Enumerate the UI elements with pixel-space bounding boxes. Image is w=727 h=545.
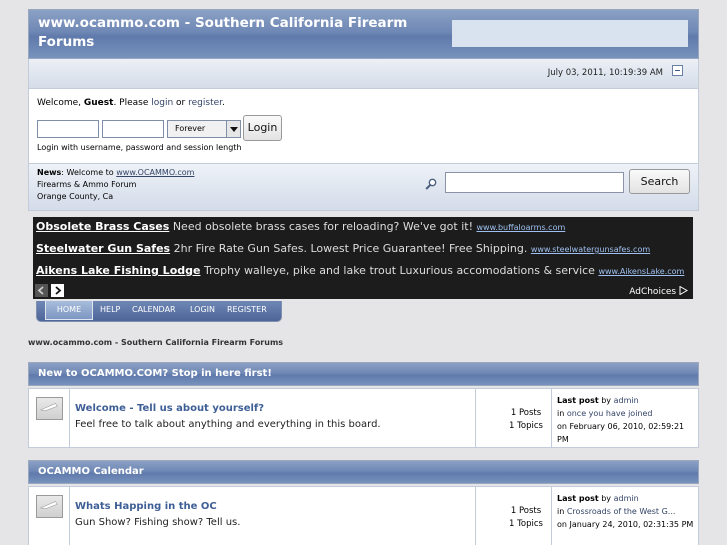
board-row: Whats Happing in the OC Gun Show? Fishin… [28,486,699,545]
ad-prev-icon[interactable] [35,284,48,297]
menu-login[interactable]: LOGIN [190,301,215,320]
news-bar: News: Welcome to www.OCAMMO.com Firearms… [28,164,699,211]
board-info-cell [70,389,476,447]
board-stats: 1 Posts 1 Topics [509,506,543,529]
forum-header: www.ocammo.com - Southern California Fir… [28,9,699,59]
board-status-icon [36,495,63,518]
welcome-text: Welcome, Guest. Please login or register… [37,98,225,108]
user-panel: Welcome, Guest. Please login or register… [28,88,699,164]
board-last-post: Last post by admin in Crossroads of the … [557,494,694,529]
news-text: News: Welcome to www.OCAMMO.com Firearms… [37,168,195,201]
menu-calendar[interactable]: CALENDAR [132,301,176,320]
board-name-link[interactable]: Whats Happing in the OC [75,501,217,512]
board-icon-cell [29,389,70,447]
board-icon-cell [29,487,70,545]
board-stats: 1 Posts 1 Topics [509,408,543,431]
ad-item[interactable]: Steelwater Gun Safes 2hr Fire Rate Gun S… [36,242,650,255]
ad-block: Obsolete Brass Cases Need obsolete brass… [33,217,693,299]
search-icon [425,178,437,190]
password-input[interactable] [102,120,164,138]
login-link[interactable]: login [151,98,173,108]
last-post-author[interactable]: admin [614,396,639,405]
menu-home[interactable]: HOME [45,301,93,320]
news-link[interactable]: www.OCAMMO.com [116,168,194,177]
board-description: Feel free to talk about anything and eve… [75,419,381,430]
register-link[interactable]: register [188,98,222,108]
last-post-topic[interactable]: once you have joined [567,409,653,418]
ad-next-icon[interactable] [51,284,64,297]
forum-title: www.ocammo.com - Southern California Fir… [38,15,408,50]
board-info-cell [70,487,476,545]
current-date: July 03, 2011, 10:19:39 AM [547,68,663,78]
main-menu: HOME HELP CALENDAR LOGIN REGISTER [36,301,282,322]
ad-item[interactable]: Aikens Lake Fishing Lodge Trophy walleye… [36,264,684,277]
board-row: Welcome - Tell us about yourself? Feel f… [28,388,699,448]
date-bar: July 03, 2011, 10:19:39 AM [28,59,699,88]
category-title[interactable]: New to OCAMMO.COM? Stop in here first! [38,368,272,379]
board-name-link[interactable]: Welcome - Tell us about yourself? [75,403,264,414]
board-status-icon [36,397,63,420]
search-input[interactable] [445,172,624,193]
board-description: Gun Show? Fishing show? Tell us. [75,517,241,528]
breadcrumb[interactable]: www.ocammo.com - Southern California Fir… [28,338,283,347]
category-title[interactable]: OCAMMO Calendar [38,466,144,477]
last-post-topic[interactable]: Crossroads of the West G... [567,507,676,516]
login-hint: Login with username, password and sessio… [37,143,242,152]
username-input[interactable] [37,120,99,138]
category-header[interactable]: New to OCAMMO.COM? Stop in here first! [28,362,699,386]
board-last-post: Last post by admin in once you have join… [557,396,685,444]
ad-item[interactable]: Obsolete Brass Cases Need obsolete brass… [36,220,565,233]
last-post-author[interactable]: admin [614,494,639,503]
header-banner [452,20,688,47]
session-length-select[interactable]: Forever [167,120,241,138]
chevron-down-icon [226,121,240,137]
collapse-icon[interactable] [672,65,683,76]
menu-help[interactable]: HELP [100,301,120,320]
adchoices-icon[interactable] [679,285,689,296]
adchoices-label[interactable]: AdChoices [629,285,689,297]
login-button[interactable]: Login [243,115,282,141]
category-header[interactable]: OCAMMO Calendar [28,460,699,484]
search-button[interactable]: Search [629,169,690,194]
menu-register[interactable]: REGISTER [227,301,267,320]
